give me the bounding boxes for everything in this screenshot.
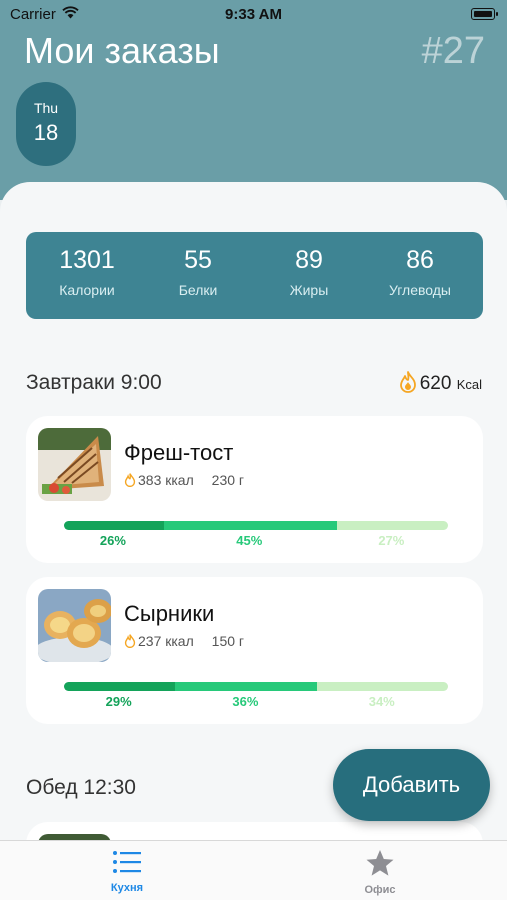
- tab-bar: Кухня Офис: [0, 840, 507, 900]
- stat-label: Углеводы: [388, 282, 451, 298]
- section-title-lunch: Обед 12:30: [26, 776, 136, 799]
- order-number: #27: [421, 30, 485, 72]
- stat-label: Белки: [178, 282, 218, 298]
- macro-bar: [64, 682, 448, 691]
- status-time: 9:33 AM: [225, 6, 282, 23]
- macro-percent-label: 34%: [368, 694, 395, 709]
- stat-proteins: 55 Белки: [141, 246, 255, 298]
- macro-percent-label: 29%: [105, 694, 132, 709]
- meal-card[interactable]: Фреш-тост 383 ккал 230 г 26% 45% 27%: [26, 416, 483, 563]
- section-kcal-unit: Kcal: [456, 377, 482, 392]
- dish-image: [38, 589, 111, 662]
- status-bar: Carrier 9:33 AM: [0, 0, 507, 28]
- macro-percent-label: 26%: [99, 533, 126, 548]
- macro-segment: [175, 682, 318, 691]
- macro-segment: [317, 682, 448, 691]
- meal-card[interactable]: Сырники 237 ккал 150 г 29% 36% 34%: [26, 577, 483, 724]
- stat-value: 55: [184, 246, 212, 274]
- macro-segment: [163, 521, 337, 530]
- stat-value: 1301: [59, 246, 115, 274]
- dish-kcal: 237 ккал: [138, 633, 194, 649]
- dish-name: Фреш-тост: [124, 440, 234, 465]
- macro-segment: [336, 521, 448, 530]
- flame-icon: [399, 371, 416, 393]
- dish-meta: 237 ккал 150 г: [124, 633, 244, 649]
- flame-icon: [124, 473, 136, 488]
- battery-icon: [471, 8, 498, 20]
- page-title: Мои заказы: [24, 30, 220, 71]
- tab-label: Кухня: [110, 882, 144, 894]
- section-kcal: 620 Kcal: [399, 371, 482, 395]
- macro-segment: [64, 521, 164, 530]
- dish-kcal: 383 ккал: [138, 472, 194, 488]
- dish-image: [38, 428, 111, 501]
- tab-office[interactable]: Офис: [320, 849, 440, 896]
- dish-name: Сырники: [124, 601, 215, 626]
- stat-label: Жиры: [289, 282, 329, 298]
- macro-percent-label: 36%: [232, 694, 259, 709]
- star-icon: [366, 850, 394, 876]
- dish-weight: 230 г: [211, 472, 245, 488]
- tab-label: Офис: [364, 884, 396, 896]
- flame-icon: [124, 634, 136, 649]
- dish-weight: 150 г: [211, 633, 245, 649]
- date-weekday: Thu: [33, 100, 59, 116]
- stat-carbs: 86 Углеводы: [363, 246, 477, 298]
- stat-calories: 1301 Калории: [30, 246, 144, 298]
- list-icon: [113, 851, 141, 873]
- macro-percent-label: 27%: [378, 533, 405, 548]
- dish-meta: 383 ккал 230 г: [124, 472, 244, 488]
- stat-value: 86: [406, 246, 434, 274]
- tab-kitchen[interactable]: Кухня: [67, 849, 187, 894]
- date-day: 18: [33, 120, 59, 145]
- section-kcal-value: 620: [419, 373, 452, 394]
- section-title-breakfast: Завтраки 9:00: [26, 371, 162, 394]
- stat-value: 89: [295, 246, 323, 274]
- macro-bar: [64, 521, 448, 530]
- macro-segment: [64, 682, 176, 691]
- macro-percent-label: 45%: [236, 533, 263, 548]
- stat-fats: 89 Жиры: [252, 246, 366, 298]
- nutrition-summary: 1301 Калории 55 Белки 89 Жиры 86 Углевод…: [26, 232, 483, 319]
- add-button[interactable]: Добавить: [333, 749, 490, 821]
- stat-label: Калории: [59, 282, 115, 298]
- date-selector[interactable]: Thu 18: [16, 82, 76, 166]
